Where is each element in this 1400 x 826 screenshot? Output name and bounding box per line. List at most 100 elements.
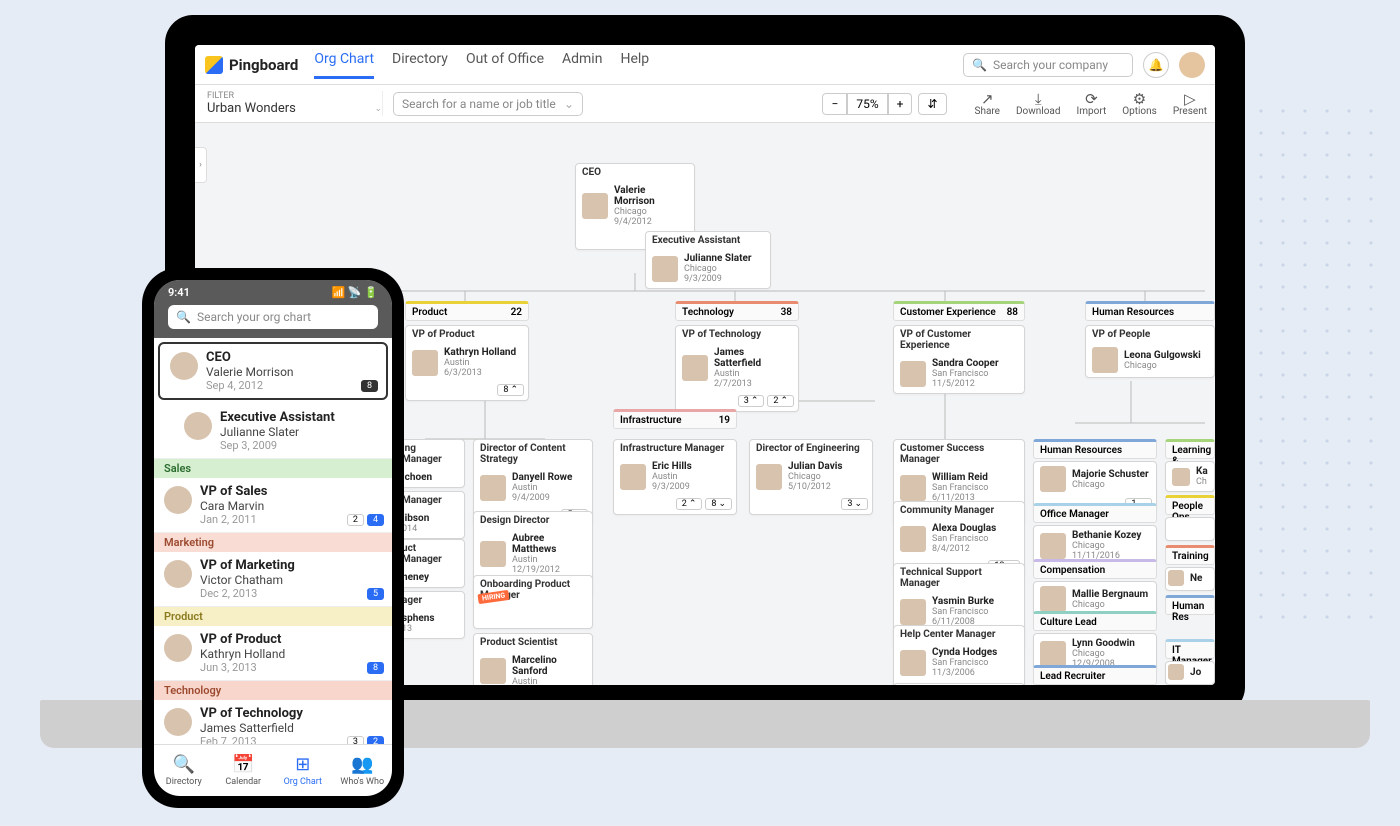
brand-text: Pingboard (229, 56, 298, 74)
phone-dept-header: Sales (154, 459, 392, 478)
filter-value: Urban Wonders (207, 101, 296, 116)
dept-hr[interactable]: Human Resources (1085, 301, 1215, 321)
dept-culture[interactable]: Culture Lead (1033, 611, 1157, 631)
app-header: Pingboard Org Chart Directory Out of Off… (195, 45, 1215, 85)
search-icon: 🔍 (173, 754, 195, 775)
phone-tab-whos-who[interactable]: 👥Who's Who (333, 745, 393, 796)
chevron-down-icon: ⌄ (374, 104, 382, 114)
user-avatar[interactable] (1179, 52, 1205, 78)
card-clipped-manager2[interactable]: Manager iibson014 (395, 491, 465, 539)
dept-human-res2[interactable]: Human Res (1165, 595, 1215, 615)
card-executive-assistant[interactable]: Executive Assistant Julianne SlaterChica… (645, 231, 771, 289)
nav-help[interactable]: Help (620, 51, 649, 79)
nav-admin[interactable]: Admin (562, 51, 602, 79)
phone-list-item[interactable]: CEOValerie MorrisonSep 4, 2012 8 (158, 342, 388, 400)
search-icon: 🔍 (176, 310, 191, 324)
toolbar: FILTER Urban Wonders ⌄ Search for a name… (195, 85, 1215, 123)
dept-technology[interactable]: Technology38 (675, 301, 799, 321)
dept-cx[interactable]: Customer Experience88 (893, 301, 1025, 321)
card-product-scientist[interactable]: Product Scientist Marcelino SanfordAusti… (473, 633, 593, 685)
dept-product[interactable]: Product22 (405, 301, 529, 321)
avatar (164, 708, 192, 736)
top-nav: Org Chart Directory Out of Office Admin … (314, 51, 649, 79)
phone-dept-header: Marketing (154, 533, 392, 552)
card-director-engineering[interactable]: Director of Engineering Julian DavisChic… (749, 439, 873, 515)
phone-tab-bar: 🔍Directory 📅Calendar ⊞Org Chart 👥Who's W… (154, 744, 392, 796)
phone-tab-directory[interactable]: 🔍Directory (154, 745, 214, 796)
phone-search-input[interactable]: 🔍 Search your org chart (168, 305, 378, 329)
options-icon: ⚙ (1133, 90, 1146, 106)
phone-tab-calendar[interactable]: 📅Calendar (214, 745, 274, 796)
phone-tab-org-chart[interactable]: ⊞Org Chart (273, 745, 333, 796)
search-company-input[interactable]: 🔍 Search your company (963, 53, 1133, 77)
dept-it-manager[interactable]: IT Manager (1165, 639, 1215, 659)
share-button[interactable]: ↗Share (975, 90, 1000, 117)
nav-directory[interactable]: Directory (392, 51, 448, 79)
whos-who-icon: 👥 (351, 754, 373, 775)
search-icon: 🔍 (972, 58, 987, 72)
phone-list-item[interactable]: Executive AssistantJulianne SlaterSep 3,… (154, 404, 392, 459)
card-vp-cx[interactable]: VP of Customer Experience Sandra CooperS… (893, 325, 1025, 394)
dept-compensation[interactable]: Compensation (1033, 559, 1157, 579)
avatar (164, 634, 192, 662)
avatar (164, 486, 192, 514)
phone-status-bar: 9:41 📶 📡 🔋 🔍 Search your org chart (154, 280, 392, 338)
dept-lead-recruiter[interactable]: Lead Recruiter (1033, 665, 1157, 685)
brand-logo[interactable]: Pingboard (205, 56, 298, 74)
search-name-placeholder: Search for a name or job title (402, 97, 556, 111)
phone-list-item[interactable]: VP of SalesCara MarvinJan 2, 2011 2 4 (154, 478, 392, 533)
card-learning[interactable]: KaCh (1165, 461, 1215, 492)
notifications-button[interactable]: 🔔 (1143, 52, 1169, 78)
share-icon: ↗ (981, 90, 994, 106)
avatar (164, 560, 192, 588)
avatar (170, 352, 198, 380)
nav-out-of-office[interactable]: Out of Office (466, 51, 544, 79)
card-clipped-ager[interactable]: ager sphens13 (395, 591, 465, 639)
card-training[interactable]: Ne (1165, 567, 1215, 591)
card-onboarding-pm[interactable]: Onboarding Product Manager HIRING (473, 575, 593, 629)
import-button[interactable]: ⟳Import (1077, 90, 1107, 117)
search-name-input[interactable]: Search for a name or job title ⌄ (393, 92, 583, 116)
filter-dropdown[interactable]: FILTER Urban Wonders ⌄ (203, 91, 383, 116)
zoom-value: 75% (847, 93, 887, 115)
dept-hr-sub[interactable]: Human Resources (1033, 439, 1157, 459)
dept-infrastructure[interactable]: Infrastructure19 (613, 409, 737, 429)
card-vp-technology[interactable]: VP of Technology James SatterfieldAustin… (675, 325, 799, 412)
phone-dept-header: Technology (154, 681, 392, 700)
filter-label: FILTER (207, 91, 382, 101)
dept-people-ops[interactable]: People Ops (1165, 495, 1215, 515)
card-vp-product[interactable]: VP of Product Kathryn HollandAustin6/3/2… (405, 325, 529, 401)
dept-training[interactable]: Training (1165, 545, 1215, 565)
search-company-placeholder: Search your company (993, 58, 1108, 72)
phone-status-icons: 📶 📡 🔋 (331, 286, 378, 299)
card-support-mgr[interactable]: Support Manager (893, 683, 1025, 685)
expand-all-button[interactable]: ⇵ (918, 93, 946, 115)
phone-list-item[interactable]: VP of ProductKathryn HollandJun 3, 2013 … (154, 626, 392, 681)
card-clipped-uct-mgr[interactable]: uct Manager heney (395, 539, 465, 588)
pingboard-icon (205, 56, 223, 74)
present-button[interactable]: ▷Present (1173, 90, 1207, 117)
card-people-ops[interactable] (1165, 517, 1215, 541)
card-infra-manager[interactable]: Infrastructure Manager Eric HillsAustin9… (613, 439, 737, 515)
dept-learning[interactable]: Learning & (1165, 439, 1215, 459)
options-button[interactable]: ⚙Options (1122, 90, 1157, 117)
chevron-down-icon: ⌄ (564, 97, 574, 111)
avatar (184, 412, 212, 440)
dept-office-mgr[interactable]: Office Manager (1033, 503, 1157, 523)
card-help-center-mgr[interactable]: Help Center Manager Cynda HodgesSan Fran… (893, 625, 1025, 685)
card-it-manager[interactable]: Jo (1165, 661, 1215, 685)
phone-time: 9:41 (168, 286, 190, 299)
card-clipped-mgr[interactable]: ing Manager ichoen (395, 439, 465, 488)
sidebar-expand-handle[interactable]: › (195, 147, 207, 183)
present-icon: ▷ (1184, 90, 1196, 106)
org-chart-icon: ⊞ (295, 754, 310, 775)
import-icon: ⟳ (1085, 90, 1098, 106)
zoom-out-button[interactable]: − (822, 93, 847, 115)
phone-list-item[interactable]: VP of MarketingVictor ChathamDec 2, 2013… (154, 552, 392, 607)
zoom-in-button[interactable]: + (888, 93, 913, 115)
nav-org-chart[interactable]: Org Chart (314, 51, 374, 79)
phone-list-item[interactable]: VP of TechnologyJames SatterfieldFeb 7, … (154, 700, 392, 744)
card-vp-people[interactable]: VP of People Leona GulgowskiChicago (1085, 325, 1215, 378)
calendar-icon: 📅 (232, 754, 254, 775)
download-button[interactable]: ⤓Download (1016, 90, 1061, 117)
